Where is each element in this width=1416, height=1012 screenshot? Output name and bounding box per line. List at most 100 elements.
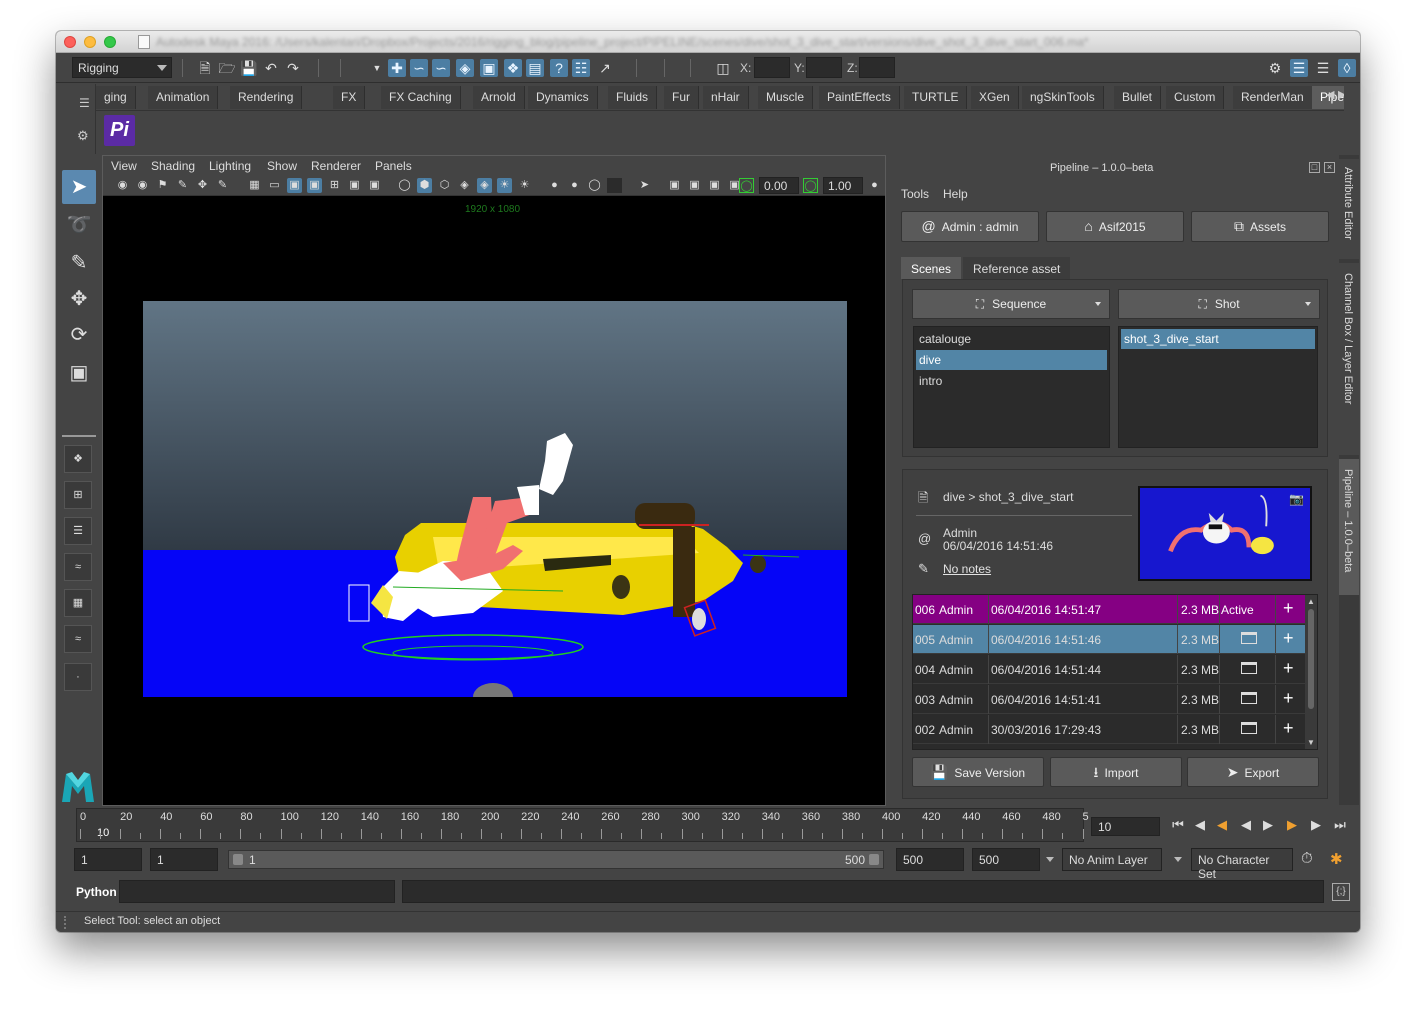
single-pane-layout-icon[interactable]: ❖: [64, 445, 92, 473]
add-icon[interactable]: +: [1283, 658, 1294, 678]
playback-end-field[interactable]: 500: [896, 848, 964, 871]
z-field[interactable]: [859, 57, 895, 78]
near-clip-field[interactable]: 0.00: [759, 177, 799, 194]
shelf-tab-fluids[interactable]: Fluids: [608, 86, 658, 109]
range-slider[interactable]: 1 500: [228, 850, 884, 869]
bookmark-icon[interactable]: ⚑: [155, 178, 170, 193]
camera-icon[interactable]: 📷: [1289, 492, 1304, 506]
xray-active-icon[interactable]: ▣: [687, 178, 702, 193]
grease-pencil-icon[interactable]: ✎: [215, 178, 230, 193]
isolate-select-icon[interactable]: [607, 178, 622, 193]
shelf-tab-fx-caching[interactable]: FX Caching: [381, 86, 461, 109]
sequence-list-item[interactable]: catalouge: [916, 329, 1107, 349]
shelf-tab-dynamics[interactable]: Dynamics: [528, 86, 598, 109]
project-button[interactable]: ⌂ Asif2015: [1046, 211, 1184, 242]
persp-graph-layout-icon[interactable]: ≈: [64, 553, 92, 581]
tab-attribute-editor[interactable]: Attribute Editor: [1339, 159, 1359, 259]
shelf-tab-fx[interactable]: FX: [333, 86, 366, 109]
exposure-icon[interactable]: ◯: [739, 178, 754, 193]
2d-pan-icon[interactable]: ✥: [195, 178, 210, 193]
scrollbar-thumb[interactable]: [1308, 609, 1314, 709]
range-end-handle[interactable]: [869, 854, 879, 865]
y-field[interactable]: [806, 57, 842, 78]
shelf-tab-xgen[interactable]: XGen: [971, 86, 1019, 109]
folder-icon[interactable]: [1241, 662, 1257, 674]
shot-dropdown[interactable]: ⛶ Shot: [1118, 289, 1320, 319]
folder-icon[interactable]: [1241, 722, 1257, 734]
transform-mode-icon[interactable]: ◫: [714, 59, 732, 77]
four-pane-layout-icon[interactable]: ⊞: [64, 481, 92, 509]
new-scene-icon[interactable]: 🗎: [196, 59, 214, 77]
screen-space-ao-icon[interactable]: ☀: [517, 178, 532, 193]
tab-pipeline[interactable]: Pipeline – 1.0.0–beta: [1339, 459, 1359, 595]
current-frame-field[interactable]: 10: [1091, 817, 1160, 836]
select-component-icon[interactable]: ∽: [432, 59, 450, 77]
tool-settings-icon[interactable]: ☰: [1314, 59, 1332, 77]
attribute-editor-icon[interactable]: ☰: [1290, 59, 1308, 77]
shelf-tab-bullet[interactable]: Bullet: [1114, 86, 1162, 109]
gear-icon[interactable]: ⚙: [77, 128, 89, 144]
gate-mask-icon[interactable]: ▣: [307, 178, 322, 193]
shelf-tab-painteffects[interactable]: PaintEffects: [819, 86, 900, 109]
scroll-right-icon[interactable]: ▶: [1338, 88, 1344, 101]
outliner-persp-layout-icon[interactable]: ☰: [64, 517, 92, 545]
xray-joints-icon[interactable]: ▣: [667, 178, 682, 193]
shelf-tab-turtle[interactable]: TURTLE: [904, 86, 968, 109]
pipeline-menu-help[interactable]: Help: [943, 187, 968, 201]
scroll-up-icon[interactable]: ▲: [1307, 597, 1315, 606]
hypershade-layout-icon[interactable]: ▦: [64, 589, 92, 617]
wireframe-on-shaded-icon[interactable]: ⬡: [437, 178, 452, 193]
viewport-menu-renderer[interactable]: Renderer: [311, 159, 361, 173]
persp-outliner-layout-icon[interactable]: ≈: [64, 625, 92, 653]
assets-button[interactable]: ⧉ Assets: [1191, 211, 1329, 242]
character-set-dropdown[interactable]: No Character Set: [1191, 848, 1293, 881]
select-tool-icon[interactable]: ➤: [62, 170, 96, 204]
shelf-tab-nhair[interactable]: nHair: [703, 86, 749, 109]
folder-icon[interactable]: [1241, 692, 1257, 704]
open-scene-icon[interactable]: 🗁: [218, 59, 236, 77]
shelf-tab-ging[interactable]: ging: [96, 86, 136, 109]
chevron-down-icon[interactable]: [1174, 857, 1182, 862]
add-icon[interactable]: +: [1283, 598, 1294, 618]
animation-preferences-icon[interactable]: ✱: [1330, 850, 1343, 868]
step-forward-frame-icon[interactable]: ▶: [1306, 815, 1326, 835]
select-object-icon[interactable]: ∽: [410, 59, 428, 77]
save-scene-icon[interactable]: 💾: [240, 59, 258, 77]
add-icon[interactable]: +: [1283, 718, 1294, 738]
menu-set-dropdown[interactable]: Rigging: [72, 57, 172, 78]
step-forward-key-icon[interactable]: ▶: [1282, 815, 1302, 835]
maximize-window-button[interactable]: [104, 36, 116, 48]
paint-select-tool-icon[interactable]: ✎: [62, 246, 96, 280]
film-gate-icon[interactable]: ▭: [267, 178, 282, 193]
motion-blur-icon[interactable]: ●: [547, 178, 562, 193]
move-tool-icon[interactable]: ✥: [62, 282, 96, 316]
more-layouts-icon[interactable]: ·: [64, 663, 92, 691]
sequence-list-item[interactable]: intro: [916, 371, 1107, 391]
snap-curve-icon[interactable]: ▣: [480, 59, 498, 77]
viewport-menu-show[interactable]: Show: [267, 159, 297, 173]
camera-icon[interactable]: ◉: [115, 178, 130, 193]
modeling-toolkit-icon[interactable]: ⚙: [1266, 59, 1284, 77]
image-plane-icon[interactable]: ✎: [175, 178, 190, 193]
shadows-icon[interactable]: ☀: [497, 178, 512, 193]
add-icon[interactable]: +: [1283, 628, 1294, 648]
close-window-button[interactable]: [64, 36, 76, 48]
add-icon[interactable]: +: [1283, 688, 1294, 708]
lasso-tool-icon[interactable]: ➰: [62, 208, 96, 242]
wireframe-icon[interactable]: ◯: [397, 178, 412, 193]
textured-icon[interactable]: ◈: [457, 178, 472, 193]
snap-view-icon[interactable]: ▤: [526, 59, 544, 77]
scroll-down-icon[interactable]: ▼: [1307, 738, 1315, 747]
snap-grid-icon[interactable]: ◈: [456, 59, 474, 77]
user-button[interactable]: @ Admin : admin: [901, 211, 1039, 242]
viewport-menu-view[interactable]: View: [111, 159, 137, 173]
version-row[interactable]: 005 Admin 06/04/2016 14:51:46 2.3 MB +: [913, 625, 1305, 654]
shelf-tab-arnold[interactable]: Arnold: [473, 86, 525, 109]
gamma-icon[interactable]: ◯: [803, 178, 818, 193]
pipeline-menu-tools[interactable]: Tools: [901, 187, 929, 201]
sequence-list-item[interactable]: dive: [916, 350, 1107, 370]
animation-start-field[interactable]: 1: [74, 848, 142, 871]
minimize-window-button[interactable]: [84, 36, 96, 48]
depth-of-field-icon[interactable]: ◯: [587, 178, 602, 193]
3d-scene-view[interactable]: [143, 301, 847, 697]
